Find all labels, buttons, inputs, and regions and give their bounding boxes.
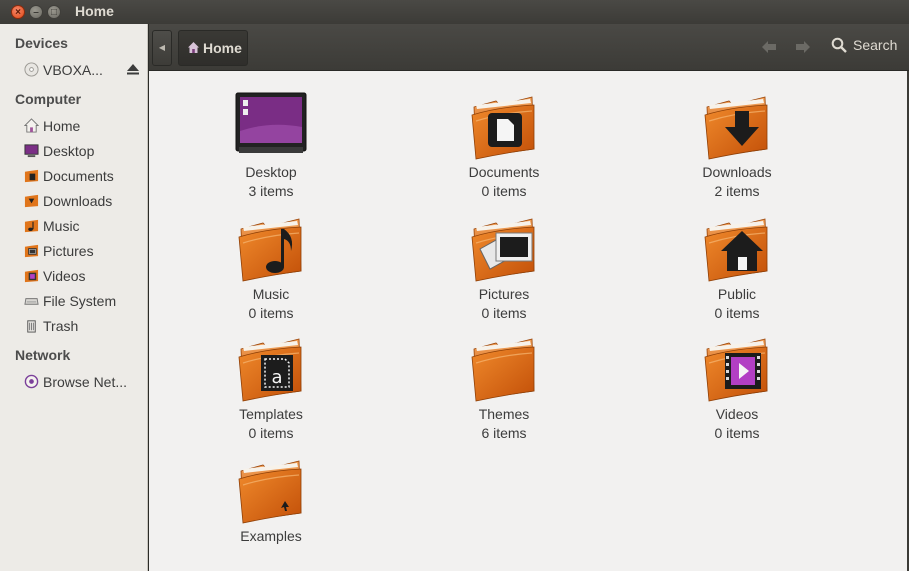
title-bar: × – □ Home [0, 0, 909, 24]
section-computer: Computer [15, 91, 82, 107]
maximize-window-button[interactable]: □ [47, 5, 61, 19]
file-count: 0 items [248, 305, 294, 321]
svg-text:a: a [271, 367, 282, 388]
breadcrumb-label: Home [203, 40, 242, 56]
file-name: Downloads [702, 164, 772, 180]
home-icon [24, 118, 39, 133]
breadcrumb-home[interactable]: Home [178, 30, 248, 66]
file-count: 0 items [714, 305, 760, 321]
window-title: Home [75, 3, 114, 19]
sidebar-item-downloads[interactable]: Downloads [24, 193, 142, 215]
sidebar-item-label: VBOXA... [43, 62, 103, 78]
sidebar-item-home[interactable]: Home [24, 118, 142, 140]
sidebar-item-music[interactable]: Music [24, 218, 142, 240]
sidebar-item-videos[interactable]: Videos [24, 268, 142, 290]
section-network: Network [15, 347, 71, 363]
close-window-button[interactable]: × [11, 5, 25, 19]
music-folder-icon [235, 213, 307, 285]
downloads-folder-icon [701, 91, 773, 163]
public-folder-icon [701, 213, 773, 285]
videos-folder-icon [701, 333, 773, 405]
optical-disc-icon [24, 62, 39, 77]
sidebar-item-label: Music [43, 218, 80, 234]
sidebar-item-label: Documents [43, 168, 114, 184]
sidebar-item-label: Pictures [43, 243, 94, 259]
sidebar-item-label: Home [43, 118, 81, 134]
file-name: Documents [468, 164, 540, 180]
file-item-themes[interactable]: Themes 6 items [424, 333, 584, 443]
file-item-videos[interactable]: Videos 0 items [657, 333, 817, 443]
path-bar-back-button[interactable]: ◀ [152, 30, 172, 66]
file-count: 0 items [481, 305, 527, 321]
home-icon [188, 42, 199, 53]
sidebar-item-label: Downloads [43, 193, 113, 209]
file-item-music[interactable]: Music 0 items [191, 213, 351, 323]
downloads-folder-icon [24, 194, 39, 208]
sidebar-item-trash[interactable]: Trash [24, 318, 142, 340]
file-name: Templates [239, 406, 303, 422]
file-item-public[interactable]: Public 0 items [657, 213, 817, 323]
search-icon [831, 37, 847, 53]
file-item-pictures[interactable]: Pictures 0 items [424, 213, 584, 323]
sidebar-item-label: Videos [43, 268, 86, 284]
file-name: Examples [240, 528, 302, 544]
file-name: Music [252, 286, 290, 302]
network-icon [24, 374, 39, 389]
file-count: 0 items [248, 425, 294, 441]
pictures-folder-icon [24, 244, 39, 258]
sidebar-item-label: Desktop [43, 143, 95, 159]
file-name: Themes [478, 406, 530, 422]
folder-icon [468, 333, 540, 405]
hard-drive-icon [24, 298, 39, 305]
music-folder-icon [24, 219, 39, 233]
back-arrow-icon[interactable] [761, 40, 777, 54]
documents-folder-icon [24, 169, 39, 183]
file-count: 6 items [481, 425, 527, 441]
videos-folder-icon [24, 269, 39, 283]
file-count: 0 items [481, 183, 527, 199]
file-item-examples[interactable]: Examples [191, 455, 351, 546]
minimize-window-button[interactable]: – [29, 5, 43, 19]
sidebar-item-vbox-drive[interactable]: VBOXA... [24, 62, 120, 84]
section-devices: Devices [15, 35, 68, 51]
search-button[interactable]: Search [831, 37, 897, 59]
sidebar-item-label: Browse Net... [43, 374, 128, 390]
file-count: 2 items [714, 183, 760, 199]
file-name: Pictures [478, 286, 530, 302]
file-item-downloads[interactable]: Downloads 2 items [657, 91, 817, 201]
file-name: Videos [715, 406, 759, 422]
desktop-folder-icon [235, 92, 307, 153]
desktop-icon [24, 144, 39, 158]
eject-icon[interactable] [126, 62, 140, 76]
templates-folder-icon: a [235, 333, 307, 405]
file-count: 3 items [248, 183, 294, 199]
sidebar-item-file-system[interactable]: File System [24, 293, 142, 315]
pictures-folder-icon [468, 213, 540, 285]
sidebar: Devices VBOXA... Computer Home Desktop D… [0, 24, 148, 571]
file-item-templates[interactable]: a Templates 0 items [191, 333, 351, 443]
sidebar-item-label: File System [43, 293, 117, 309]
file-name: Public [717, 286, 757, 302]
search-label: Search [853, 37, 898, 53]
forward-arrow-icon[interactable] [795, 40, 811, 54]
file-view: Desktop 3 items Documents 0 items Downlo… [149, 71, 907, 571]
file-count: 0 items [714, 425, 760, 441]
toolbar: ◀ Home Search [149, 24, 909, 71]
link-folder-icon [235, 455, 307, 527]
trash-icon [27, 320, 36, 333]
sidebar-item-pictures[interactable]: Pictures [24, 243, 142, 265]
sidebar-item-browse-network[interactable]: Browse Net... [24, 374, 142, 396]
file-item-documents[interactable]: Documents 0 items [424, 91, 584, 201]
file-manager-window: × – □ Home Devices VBOXA... Computer Hom… [0, 0, 909, 571]
sidebar-item-label: Trash [43, 318, 79, 334]
file-name: Desktop [245, 164, 297, 180]
file-item-desktop[interactable]: Desktop 3 items [191, 91, 351, 201]
documents-folder-icon [468, 91, 540, 163]
sidebar-item-documents[interactable]: Documents [24, 168, 142, 190]
sidebar-item-desktop[interactable]: Desktop [24, 143, 142, 165]
